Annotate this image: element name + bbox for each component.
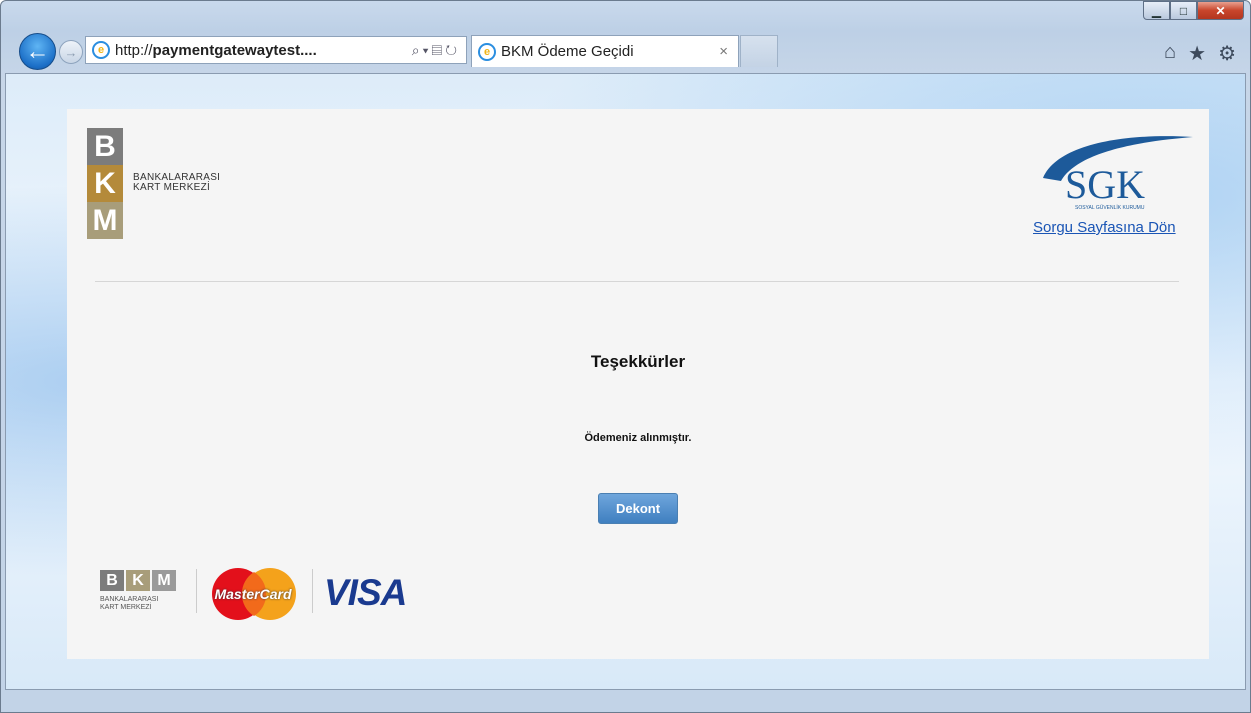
toolbar-icons: ⌂ ★ ⚙ (1164, 41, 1236, 66)
tab-title: BKM Ödeme Geçidi (501, 43, 634, 60)
maximize-icon[interactable]: □ (1170, 1, 1197, 20)
tab-close-icon[interactable]: × (719, 43, 728, 60)
sgk-logo-subtext: SOSYAL GÜVENLİK KURUMU (1075, 204, 1145, 211)
page-title: Teşekkürler (590, 352, 686, 371)
bkm-letter-m: M (87, 202, 123, 239)
footer-bkm-k: K (126, 570, 150, 591)
footer-bkm-m: M (152, 570, 176, 591)
footer-bkm-logo: B K M (100, 570, 176, 591)
header-divider (95, 281, 1179, 282)
address-tools: ⌕▾▤↻ (412, 42, 460, 59)
bkm-logo-text: BANKALARARASI KART MERKEZİ (133, 172, 221, 193)
footer-logos: B K M BANKALARARASI KART MERKEZİ MasterC… (100, 565, 480, 625)
footer-bkm-b: B (100, 570, 124, 591)
favorites-star-icon[interactable]: ★ (1188, 41, 1206, 66)
minimize-icon[interactable]: ▁ (1143, 1, 1170, 20)
navigation-bar: ← → e http://paymentgatewaytest.... ⌕▾▤↻… (15, 29, 1240, 73)
compatibility-icon[interactable]: ▤ (432, 42, 446, 58)
ie-page-icon: e (92, 41, 110, 59)
window-controls: ▁ □ ✕ (1143, 1, 1244, 20)
settings-gear-icon[interactable]: ⚙ (1218, 41, 1236, 66)
tab-ie-icon: e (478, 42, 496, 61)
bkm-logo: B K M (87, 128, 123, 239)
page-viewport: B K M BANKALARARASI KART MERKEZİ SGK SOS… (5, 73, 1246, 690)
back-arrow-icon[interactable]: ← (19, 33, 56, 70)
footer-separator (196, 569, 197, 613)
sgk-logo-text: SGK (1065, 162, 1145, 207)
mastercard-label: MasterCard (214, 586, 292, 602)
new-tab-button[interactable] (740, 35, 778, 67)
forward-arrow-icon[interactable]: → (59, 40, 83, 64)
receipt-button[interactable]: Dekont (598, 493, 678, 524)
close-icon[interactable]: ✕ (1197, 1, 1244, 20)
tab-bkm[interactable]: e BKM Ödeme Geçidi × (471, 35, 739, 67)
return-to-query-link[interactable]: Sorgu Sayfasına Dön (1033, 219, 1176, 236)
browser-window: ▁ □ ✕ ← → e http://paymentgatewaytest...… (0, 0, 1251, 713)
search-icon[interactable]: ⌕ (412, 42, 423, 58)
dropdown-icon[interactable]: ▾ (423, 42, 432, 58)
footer-bkm-text: BANKALARARASI KART MERKEZİ (100, 596, 159, 611)
footer-separator-2 (312, 569, 313, 613)
bkm-letter-b: B (87, 128, 123, 165)
bkm-letter-k: K (87, 165, 123, 202)
address-bar[interactable]: e http://paymentgatewaytest.... ⌕▾▤↻ (85, 36, 467, 64)
payment-card: B K M BANKALARARASI KART MERKEZİ SGK SOS… (67, 109, 1209, 659)
title-bar: ▁ □ ✕ (1, 1, 1250, 29)
visa-logo: VISA (324, 572, 407, 613)
refresh-icon[interactable]: ↻ (445, 42, 460, 58)
home-icon[interactable]: ⌂ (1164, 41, 1176, 66)
payment-received-message: Ödemeniz alınmıştır. (584, 432, 692, 444)
url-text[interactable]: http://paymentgatewaytest.... (115, 42, 412, 59)
sgk-logo: SGK SOSYAL GÜVENLİK KURUMU (1043, 136, 1193, 211)
